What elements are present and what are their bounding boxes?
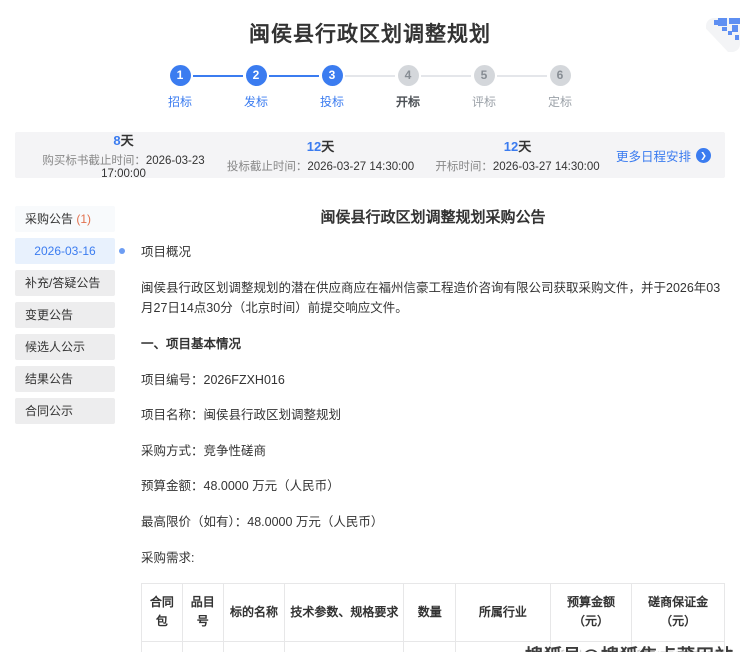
progress-stepper: 1 招标 2 发标 3 投标 4 开标 5 评标 6 定标 — [142, 65, 598, 110]
field-budget-amount: 预算金额：48.0000 万元（人民币） — [141, 476, 725, 497]
sidebar-item-procurement-announcement[interactable]: 采购公告 (1) — [15, 206, 115, 232]
announcement-count-badge: (1) — [76, 212, 91, 226]
schedule-value: 2026-03-27 14:30:00 — [493, 161, 600, 173]
col-deposit: 磋商保证金（元） — [632, 584, 725, 641]
sidebar-item-contract-publicity[interactable]: 合同公示 — [15, 398, 115, 424]
step-label: 招标 — [142, 93, 218, 110]
col-budget: 预算金额（元） — [550, 584, 632, 641]
cell-tech-specs: 详见第三章《招标内容及要求》 — [285, 641, 404, 652]
sidebar-item-change-announcement[interactable]: 变更公告 — [15, 302, 115, 328]
sidebar-item-label: 采购公告 — [25, 212, 73, 226]
field-project-name: 项目名称：闽侯县行政区划调整规划 — [141, 405, 725, 426]
sidebar-date-item[interactable]: 2026-03-16 — [15, 238, 115, 264]
schedule-item-opening-time: 12天 开标时间：2026-03-27 14:30:00 — [419, 136, 616, 174]
page: 闽侯县行政区划调整规划 1 招标 2 发标 3 投标 4 开标 5 评标 6 定… — [0, 18, 740, 652]
step-label: 开标 — [370, 93, 446, 110]
sidebar-item-candidate-publicity[interactable]: 候选人公示 — [15, 334, 115, 360]
countdown: 8天 — [25, 130, 222, 149]
step-issuing[interactable]: 2 发标 — [218, 65, 294, 110]
schedule-bar: 8天 购买标书截止时间：2026-03-23 17:00:00 12天 投标截止… — [15, 132, 725, 178]
schedule-item-bid-deadline: 12天 投标截止时间：2026-03-27 14:30:00 — [222, 136, 419, 174]
step-circle: 1 — [170, 65, 191, 86]
schedule-value: 2026-03-27 14:30:00 — [307, 161, 414, 173]
countdown: 12天 — [222, 136, 419, 155]
sidebar: 采购公告 (1) 2026-03-16 补充/答疑公告 变更公告 候选人公示 结… — [15, 206, 115, 652]
table-header-row: 合同包 品目号 标的名称 技术参数、规格要求 数量 所属行业 预算金额（元） 磋… — [142, 584, 725, 641]
field-procurement-demand: 采购需求: — [141, 548, 725, 569]
step-circle: 6 — [550, 65, 571, 86]
watermark: 搜狐号@搜狐焦点莆田站 — [525, 642, 734, 652]
overview-heading: 项目概况 — [141, 242, 725, 263]
step-tendering[interactable]: 1 招标 — [142, 65, 218, 110]
step-opening[interactable]: 4 开标 — [370, 65, 446, 110]
step-circle: 4 — [398, 65, 419, 86]
field-procurement-method: 采购方式：竞争性磋商 — [141, 441, 725, 462]
overview-text: 闽侯县行政区划调整规划的潜在供应商应在福州信豪工程造价咨询有限公司获取采购文件，… — [141, 278, 725, 319]
qr-code-fragment — [696, 18, 740, 54]
cell-subject-name: 闽侯县行政区划调整规划 — [223, 641, 285, 652]
step-evaluation[interactable]: 5 评标 — [446, 65, 522, 110]
schedule-label: 投标截止时间： — [227, 161, 308, 173]
step-label: 定标 — [522, 93, 598, 110]
schedule-item-doc-deadline: 8天 购买标书截止时间：2026-03-23 17:00:00 — [25, 130, 222, 180]
col-quantity: 数量 — [404, 584, 456, 641]
schedule-label: 开标时间： — [435, 161, 493, 173]
cell-quantity: 1项 — [404, 641, 456, 652]
step-circle: 2 — [246, 65, 267, 86]
step-label: 投标 — [294, 93, 370, 110]
col-subject-name: 标的名称 — [223, 584, 285, 641]
announcement-content: 闽侯县行政区划调整规划采购公告 项目概况 闽侯县行政区划调整规划的潜在供应商应在… — [141, 206, 725, 652]
field-project-number: 项目编号：2026FZXH016 — [141, 370, 725, 391]
step-circle: 5 — [474, 65, 495, 86]
sidebar-item-result-announcement[interactable]: 结果公告 — [15, 366, 115, 392]
arrow-right-icon: ❯ — [696, 148, 711, 163]
field-max-price: 最高限价（如有）：48.0000 万元（人民币） — [141, 512, 725, 533]
step-award[interactable]: 6 定标 — [522, 65, 598, 110]
step-circle: 3 — [322, 65, 343, 86]
step-label: 发标 — [218, 93, 294, 110]
schedule-label: 购买标书截止时间： — [42, 155, 146, 167]
sidebar-item-supplement-announcement[interactable]: 补充/答疑公告 — [15, 270, 115, 296]
page-title: 闽侯县行政区划调整规划 — [0, 18, 740, 48]
main-area: 采购公告 (1) 2026-03-16 补充/答疑公告 变更公告 候选人公示 结… — [15, 206, 725, 652]
col-tech-specs: 技术参数、规格要求 — [285, 584, 404, 641]
col-industry: 所属行业 — [456, 584, 550, 641]
col-item-number: 品目号 — [182, 584, 223, 641]
cell-contract-package: 1 — [142, 641, 183, 652]
sidebar-date-label: 2026-03-16 — [34, 244, 95, 258]
col-contract-package: 合同包 — [142, 584, 183, 641]
active-date-dot — [119, 248, 125, 254]
step-label: 评标 — [446, 93, 522, 110]
cell-item-number: 1-1 — [182, 641, 223, 652]
countdown: 12天 — [419, 136, 616, 155]
section1-heading: 一、项目基本情况 — [141, 334, 725, 355]
more-schedule-label: 更多日程安排 — [616, 146, 691, 165]
more-schedule-link[interactable]: 更多日程安排 ❯ — [616, 146, 715, 165]
step-bidding[interactable]: 3 投标 — [294, 65, 370, 110]
announcement-title: 闽侯县行政区划调整规划采购公告 — [141, 206, 725, 227]
